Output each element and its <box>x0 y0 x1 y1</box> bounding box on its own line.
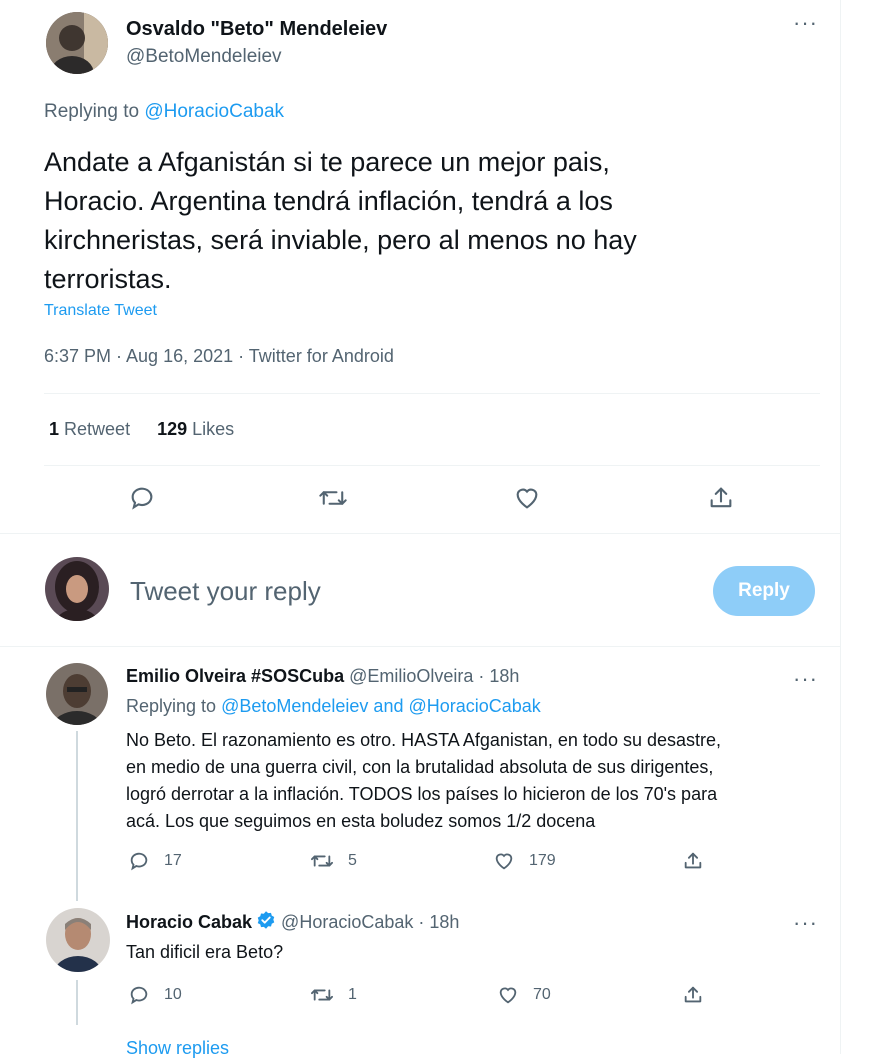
author-name[interactable]: Osvaldo "Beto" Mendeleiev <box>126 18 387 41</box>
tweet-text-line: terroristas. <box>44 264 172 294</box>
reply-icon[interactable] <box>128 484 156 512</box>
divider <box>0 646 840 647</box>
tweet-text-line: kirchneristas, será inviable, pero al me… <box>44 225 637 255</box>
more-options-icon[interactable]: ··· <box>793 12 818 34</box>
share-icon[interactable] <box>682 984 704 1006</box>
user-avatar[interactable] <box>45 557 109 621</box>
replying-prefix: Replying to <box>44 101 140 122</box>
reply-author-name[interactable]: Emilio Olveira #SOSCuba <box>126 666 344 686</box>
reply-text-line: en medio de una guerra civil, con la bru… <box>126 757 714 777</box>
reply-text: No Beto. El razonamiento es otro. HASTA … <box>126 727 721 835</box>
like-icon[interactable] <box>513 484 541 512</box>
reply-count: 10 <box>164 986 182 1003</box>
tweet-text: Andate a Afganistán si te parece un mejo… <box>44 143 824 299</box>
retweet-icon[interactable] <box>318 484 348 512</box>
reply-replying-to: Replying to @BetoMendeleiev and @Horacio… <box>126 696 541 717</box>
tweet-text-line: Horacio. Argentina tendrá inflación, ten… <box>44 186 613 216</box>
likes-stat[interactable]: 129 Likes <box>157 419 234 439</box>
reply-composer-input[interactable]: Tweet your reply <box>130 576 321 607</box>
replying-prefix: Replying to <box>126 696 217 716</box>
thread-line <box>76 980 78 1025</box>
retweets-stat[interactable]: 1 Retweet <box>49 419 135 439</box>
engagement-stats: 1 Retweet 129 Likes <box>49 419 234 440</box>
tweet-timestamp[interactable]: 6:37 PM · Aug 16, 2021 · Twitter for And… <box>44 346 394 367</box>
reply-author-handle[interactable]: @EmilioOlveira <box>349 666 473 686</box>
verified-badge-icon <box>256 910 276 935</box>
reply-time[interactable]: · 18h <box>478 666 519 686</box>
share-icon[interactable] <box>707 484 735 512</box>
replying-to-handles[interactable]: @BetoMendeleiev and @HoracioCabak <box>221 696 541 716</box>
reply-button[interactable]: Reply <box>713 566 815 616</box>
reply-author-handle[interactable]: @HoracioCabak <box>281 912 413 933</box>
likes-label: Likes <box>192 419 235 439</box>
replying-to: Replying to @HoracioCabak <box>44 101 284 123</box>
author-avatar[interactable] <box>46 12 108 74</box>
reply-time[interactable]: · 18h <box>418 912 459 933</box>
reply-header: Emilio Olveira #SOSCuba @EmilioOlveira ·… <box>126 666 519 687</box>
like-count: 70 <box>533 986 551 1003</box>
replying-to-handle[interactable]: @HoracioCabak <box>144 101 284 122</box>
thread-line <box>76 731 78 901</box>
reply-icon[interactable]: 10 <box>128 984 182 1006</box>
reply-text-line: logró derrotar a la inflación. TODOS los… <box>126 784 718 804</box>
reply-author-avatar[interactable] <box>46 908 110 972</box>
retweet-count: 1 <box>348 986 357 1003</box>
retweets-count: 1 <box>49 419 60 439</box>
like-icon[interactable]: 179 <box>493 850 556 872</box>
reply-count: 17 <box>164 852 182 869</box>
retweets-label: Retweet <box>64 419 131 439</box>
share-icon[interactable] <box>682 850 704 872</box>
tweet-text-line: Andate a Afganistán si te parece un mejo… <box>44 147 610 177</box>
retweet-count: 5 <box>348 852 357 869</box>
retweet-icon[interactable]: 1 <box>310 984 357 1006</box>
like-icon[interactable]: 70 <box>497 984 551 1006</box>
translate-tweet-link[interactable]: Translate Tweet <box>44 302 157 320</box>
divider <box>0 533 840 534</box>
likes-count: 129 <box>157 419 188 439</box>
divider <box>44 393 820 394</box>
more-options-icon[interactable]: ··· <box>793 912 818 934</box>
reply-text-line: No Beto. El razonamiento es otro. HASTA … <box>126 730 722 750</box>
reply-icon[interactable]: 17 <box>128 850 182 872</box>
reply-author-avatar[interactable] <box>46 663 108 725</box>
show-replies-link[interactable]: Show replies <box>126 1038 229 1059</box>
reply-text-line: acá. Los que seguimos en esta boludez so… <box>126 811 596 831</box>
divider <box>44 465 820 466</box>
reply-text: Tan dificil era Beto? <box>126 942 284 962</box>
like-count: 179 <box>529 852 556 869</box>
author-handle[interactable]: @BetoMendeleiev <box>126 46 282 68</box>
reply-header: Horacio Cabak @HoracioCabak · 18h <box>126 910 459 935</box>
tweet-thread: Osvaldo "Beto" Mendeleiev @BetoMendeleie… <box>0 0 841 1058</box>
more-options-icon[interactable]: ··· <box>793 668 818 690</box>
retweet-icon[interactable]: 5 <box>310 850 357 872</box>
reply-author-name[interactable]: Horacio Cabak <box>126 912 252 933</box>
